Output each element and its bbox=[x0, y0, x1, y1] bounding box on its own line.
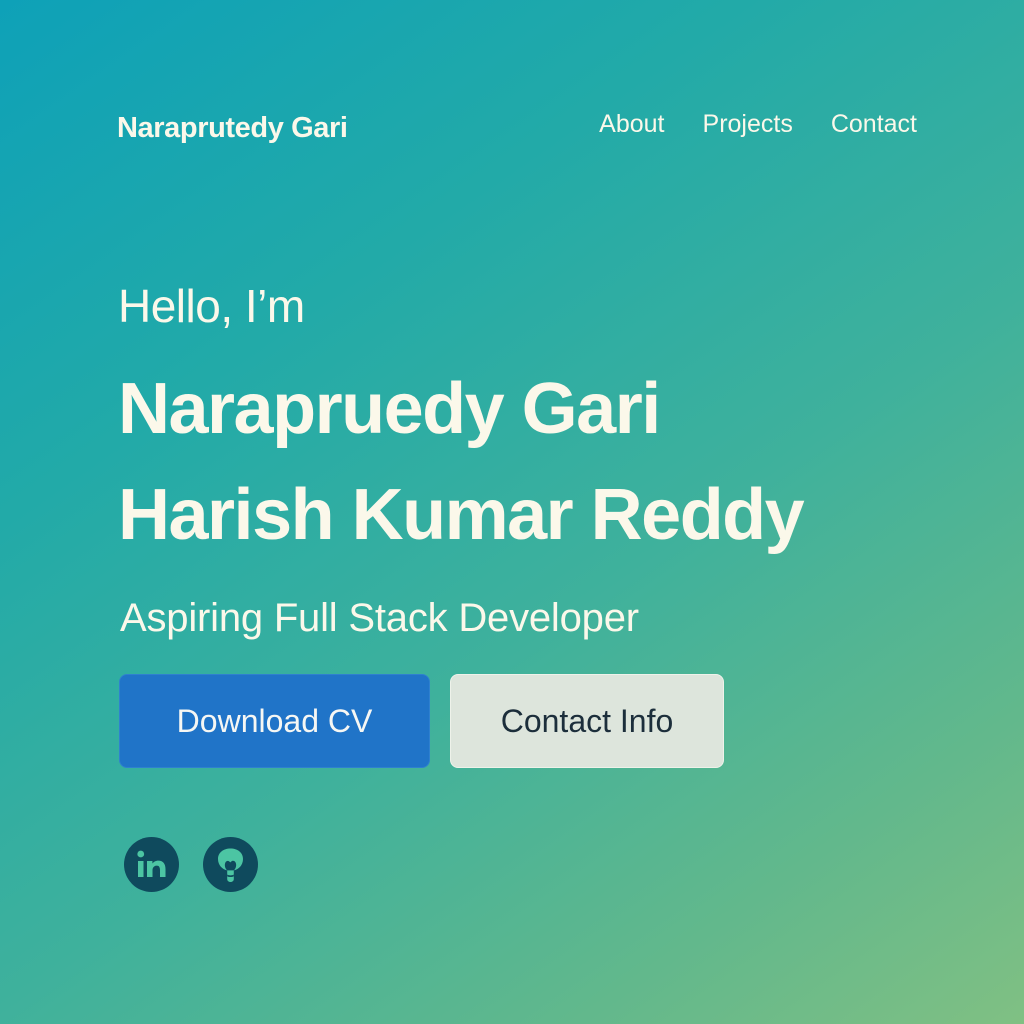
hero-name: Narapruedy Gari Harish Kumar Reddy bbox=[118, 356, 978, 568]
hero-role: Aspiring Full Stack Developer bbox=[120, 596, 639, 640]
hero-actions: Download CV Contact Info bbox=[119, 674, 724, 768]
nav-links: About Projects Contact bbox=[599, 110, 917, 139]
top-navigation: Naraprutedy Gari About Projects Contact bbox=[117, 104, 917, 148]
contact-info-button[interactable]: Contact Info bbox=[450, 674, 724, 768]
hero-greeting: Hello, I’m bbox=[118, 280, 305, 332]
download-cv-button[interactable]: Download CV bbox=[119, 674, 430, 768]
social-links bbox=[124, 837, 258, 892]
hero-section: Hello, I’m Narapruedy Gari Harish Kumar … bbox=[118, 278, 978, 642]
nav-link-about[interactable]: About bbox=[599, 110, 664, 139]
hero-name-line-2: Harish Kumar Reddy bbox=[118, 475, 805, 555]
linkedin-icon[interactable] bbox=[124, 837, 179, 892]
nav-link-projects[interactable]: Projects bbox=[703, 110, 793, 139]
hero-name-line-1: Narapruedy Gari bbox=[118, 369, 661, 449]
nav-link-contact[interactable]: Contact bbox=[831, 110, 917, 139]
brand-name[interactable]: Naraprutedy Gari bbox=[117, 112, 348, 145]
github-icon[interactable] bbox=[203, 837, 258, 892]
